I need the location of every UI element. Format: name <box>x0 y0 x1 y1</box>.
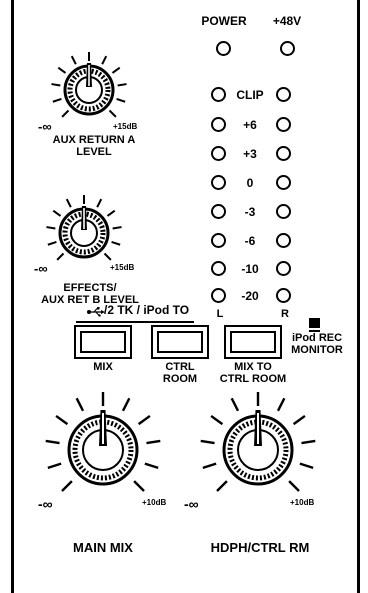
meter-label-plus3: +3 <box>243 147 257 161</box>
knob-tick <box>47 241 57 246</box>
panel-right-border <box>357 0 360 593</box>
meter-led-l-plus6 <box>211 117 226 132</box>
panel-left-border <box>11 0 14 593</box>
power-label: POWER <box>201 14 247 28</box>
knob-tick <box>292 414 306 426</box>
meter-led-r-minus10 <box>276 261 291 276</box>
ipod-rec-monitor-label: iPod REC MONITOR <box>291 332 343 356</box>
meter-right-label: R <box>281 308 289 320</box>
knob-tick <box>70 55 77 65</box>
effects-max: +15dB <box>110 263 135 272</box>
meter-label-minus10: -10 <box>241 262 259 276</box>
effects-min: -∞ <box>34 261 48 276</box>
knob-tick <box>216 480 228 492</box>
main-mix-min: -∞ <box>38 496 53 512</box>
meter-led-l-minus20 <box>211 288 226 303</box>
knob-tick <box>103 252 112 261</box>
knob-tick <box>106 209 116 217</box>
routing-header: /2 TK / iPod TO <box>104 303 190 317</box>
ctrl-room-button[interactable] <box>151 325 209 359</box>
meter-label-0: 0 <box>246 176 254 190</box>
phantom-led <box>280 41 295 56</box>
meter-led-l-minus6 <box>211 233 226 248</box>
meter-led-r-clip <box>276 87 291 102</box>
meter-led-l-clip <box>211 87 226 102</box>
knob-tick <box>133 480 145 492</box>
knob-tick <box>56 252 65 261</box>
meter-label-plus6: +6 <box>243 118 257 132</box>
meter-label-minus3: -3 <box>244 205 256 219</box>
knob-tick <box>111 241 121 246</box>
knob-tick <box>96 198 103 208</box>
knob-tick <box>288 480 300 492</box>
meter-led-l-0 <box>211 175 226 190</box>
usb-icon <box>87 307 105 317</box>
knob-tick <box>61 480 73 492</box>
mix-button[interactable] <box>74 325 132 359</box>
knob-tick <box>276 397 286 412</box>
knob-tick <box>47 462 62 470</box>
knob-tick <box>101 55 108 65</box>
meter-led-r-0 <box>276 175 291 190</box>
main-mix-knob[interactable] <box>38 385 168 515</box>
meter-led-r-plus3 <box>276 146 291 161</box>
ctrl-room-button-label: CTRL ROOM <box>162 361 198 385</box>
main-mix-label: MAIN MIX <box>73 540 133 555</box>
meter-left-label: L <box>216 308 224 320</box>
hdph-max: +10dB <box>290 498 315 507</box>
aux-return-a-label: AUX RETURN A LEVEL <box>52 134 136 158</box>
hdph-min: -∞ <box>184 496 199 512</box>
knob-tick <box>202 462 217 470</box>
meter-label-minus20: -20 <box>241 289 259 303</box>
knob-tick <box>45 439 60 445</box>
knob-tick <box>146 439 161 445</box>
knob-tick <box>137 414 151 426</box>
knob-tick <box>61 109 70 118</box>
ipod-rec-monitor-indicator <box>309 318 320 330</box>
aux-return-a-min: -∞ <box>38 119 52 134</box>
knob-tick <box>51 83 61 87</box>
knob-tick <box>112 226 122 230</box>
knob-tick <box>116 98 126 103</box>
knob-tick <box>57 66 67 74</box>
knob-tick <box>65 198 72 208</box>
meter-led-r-minus20 <box>276 288 291 303</box>
meter-label-minus6: -6 <box>244 234 256 248</box>
knob-tick <box>200 439 215 445</box>
meter-led-r-plus6 <box>276 117 291 132</box>
knob-tick <box>301 439 316 445</box>
knob-tick <box>299 462 314 470</box>
knob-tick <box>144 462 159 470</box>
mix-button-label: MIX <box>93 361 113 373</box>
meter-led-r-minus6 <box>276 233 291 248</box>
hdph-label: HDPH/CTRL RM <box>210 540 310 555</box>
main-mix-max: +10dB <box>142 498 167 507</box>
meter-led-l-minus10 <box>211 261 226 276</box>
routing-header-underline <box>76 321 194 323</box>
knob-tick <box>111 66 121 74</box>
knob-tick <box>52 98 62 103</box>
power-led <box>216 41 231 56</box>
knob-tick <box>75 397 85 412</box>
knob-tick <box>55 414 69 426</box>
mix-to-ctrl-room-label: MIX TO CTRL ROOM <box>219 361 287 385</box>
knob-tick <box>108 109 117 118</box>
meter-led-l-plus3 <box>211 146 226 161</box>
phantom-label: +48V <box>272 14 302 28</box>
meter-led-r-minus3 <box>276 204 291 219</box>
knob-tick <box>117 83 127 87</box>
mix-to-ctrl-room-button[interactable] <box>224 325 282 359</box>
aux-return-a-max: +15dB <box>113 122 138 131</box>
meter-led-l-minus3 <box>211 204 226 219</box>
hdph-ctrl-rm-knob[interactable] <box>193 385 323 515</box>
meter-label-clip: CLIP <box>236 88 264 102</box>
knob-tick <box>121 397 131 412</box>
knob-tick <box>46 226 56 230</box>
knob-tick <box>230 397 240 412</box>
knob-tick <box>52 209 62 217</box>
knob-tick <box>210 414 224 426</box>
